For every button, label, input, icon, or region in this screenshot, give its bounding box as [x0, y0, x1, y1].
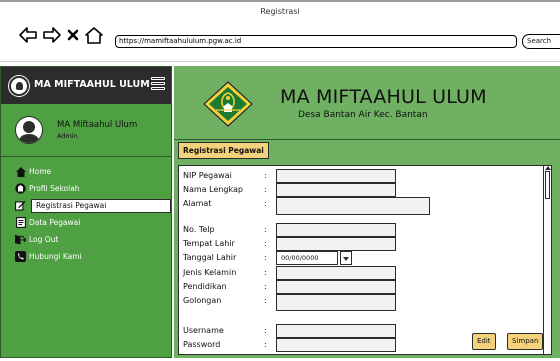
field-label: Nama Lengkap	[183, 185, 243, 194]
school-address: Desa Bantan Air Kec. Bantan	[298, 110, 428, 120]
field-colon: :	[264, 185, 267, 194]
form-row-alamat: Alamat :	[183, 197, 443, 215]
field-colon: :	[264, 239, 267, 248]
window-title: Registrasi	[260, 7, 300, 16]
no-telp-input[interactable]	[276, 223, 396, 237]
edit-icon	[15, 200, 26, 211]
jenis-kelamin-input[interactable]	[276, 266, 396, 280]
browser-toolbar: Registrasi https://mamiftaahululum.pgw.a…	[0, 0, 560, 62]
date-dropdown-icon[interactable]	[340, 251, 352, 265]
sidebar-item-log-out[interactable]: Log Out	[1, 231, 171, 248]
sidebar-divider	[1, 156, 171, 157]
window-top-border	[0, 0, 560, 2]
home-icon[interactable]	[84, 24, 104, 46]
alamat-input[interactable]	[276, 197, 430, 215]
scrollbar-thumb[interactable]	[545, 171, 550, 199]
nip-pegawai-input[interactable]	[276, 169, 396, 183]
form-row-nip: NIP Pegawai :	[183, 169, 433, 183]
form-row-nama: Nama Lengkap :	[183, 183, 433, 197]
sidebar-item-label: Registrasi Pegawai	[31, 198, 171, 213]
page-header: MA MIFTAAHUL ULUM Desa Bantan Air Kec. B…	[174, 66, 560, 140]
search-input[interactable]: Search	[522, 34, 560, 49]
user-card: MA Miftaahul Ulum Admin	[1, 104, 171, 156]
scroll-up-arrow-icon[interactable]	[545, 166, 551, 170]
tanggal-lahir-input[interactable]: 00/00/0000	[276, 251, 338, 265]
ministry-emblem-icon	[202, 80, 254, 128]
sidebar-item-profil-sekolah[interactable]: Profil Sekolah	[1, 180, 171, 197]
sidebar-item-label: Log Out	[29, 235, 59, 244]
school-logo-icon	[9, 76, 29, 96]
field-label: Tempat Lahir	[183, 239, 235, 248]
sidebar-item-label: Profil Sekolah	[29, 184, 80, 193]
field-label: Tanggal Lahir	[183, 253, 237, 262]
sidebar-item-registrasi-pegawai[interactable]: Registrasi Pegawai	[1, 197, 171, 214]
edit-button[interactable]: Edit	[472, 333, 496, 350]
sidebar-nav: Home Profil Sekolah Registrasi Pegawai D…	[1, 163, 171, 265]
field-label: No. Telp	[183, 225, 215, 234]
field-label: NIP Pegawai	[183, 171, 232, 180]
field-colon: :	[264, 268, 267, 277]
tempat-lahir-input[interactable]	[276, 237, 396, 251]
field-colon: :	[264, 326, 267, 335]
app-window: Registrasi https://mamiftaahululum.pgw.a…	[0, 0, 560, 361]
field-colon: :	[264, 282, 267, 291]
sidebar-item-label: Home	[29, 167, 52, 176]
field-colon: :	[264, 225, 267, 234]
forward-arrow-icon[interactable]	[42, 24, 62, 46]
school-icon	[15, 183, 26, 194]
field-label: Password	[183, 340, 221, 349]
tab-registrasi-pegawai[interactable]: Registrasi Pegawai	[178, 142, 269, 159]
field-label: Jenis Kelamin	[183, 268, 237, 277]
close-icon[interactable]	[66, 24, 80, 46]
save-button[interactable]: Simpan	[507, 333, 544, 350]
field-label: Alamat	[183, 199, 212, 208]
hamburger-menu-icon[interactable]	[151, 77, 165, 93]
sidebar-brand: MA MIFTAAHUL ULUM	[34, 79, 150, 90]
sidebar: MA MIFTAAHUL ULUM MA Miftaahul Ulum Admi…	[0, 66, 172, 358]
form-row-username: Username :	[183, 324, 433, 338]
password-input[interactable]	[276, 338, 396, 352]
field-colon: :	[264, 296, 267, 305]
field-colon: :	[264, 253, 267, 262]
username-input[interactable]	[276, 324, 396, 338]
vertical-scrollbar[interactable]	[543, 165, 552, 355]
form-row-pendidikan: Pendidikan :	[183, 280, 433, 294]
form-row-password: Password :	[183, 338, 433, 352]
school-name: MA MIFTAAHUL ULUM	[280, 86, 487, 108]
url-input[interactable]: https://mamiftaahululum.pgw.ac.id	[115, 35, 517, 48]
document-icon	[15, 217, 26, 228]
user-name: MA Miftaahul Ulum	[57, 120, 138, 130]
nama-lengkap-input[interactable]	[276, 183, 396, 197]
sidebar-item-data-pegawai[interactable]: Data Pegawai	[1, 214, 171, 231]
field-colon: :	[264, 199, 267, 208]
user-role: Admin	[57, 132, 78, 140]
logout-icon	[15, 234, 26, 245]
avatar-icon	[15, 116, 43, 144]
back-arrow-icon[interactable]	[18, 24, 38, 46]
golongan-input[interactable]	[276, 294, 396, 311]
sidebar-item-hubungi-kami[interactable]: Hubungi Kami	[1, 248, 171, 265]
form-row-telp: No. Telp :	[183, 223, 433, 237]
sidebar-item-label: Data Pegawai	[29, 218, 81, 227]
form-row-jenis-kelamin: Jenis Kelamin :	[183, 266, 433, 280]
field-colon: :	[264, 171, 267, 180]
registration-form: NIP Pegawai : Nama Lengkap : Alamat : No…	[178, 165, 552, 355]
field-label: Username	[183, 326, 224, 335]
sidebar-header: MA MIFTAAHUL ULUM	[1, 67, 171, 104]
sidebar-item-label: Hubungi Kami	[29, 252, 82, 261]
field-label: Pendidikan	[183, 282, 227, 291]
field-colon: :	[264, 340, 267, 349]
phone-icon	[15, 251, 26, 262]
form-row-golongan: Golongan :	[183, 294, 433, 312]
sidebar-item-home[interactable]: Home	[1, 163, 171, 180]
field-label: Golongan	[183, 296, 222, 305]
main-content: Registrasi Pegawai NIP Pegawai : Nama Le…	[174, 140, 560, 358]
home-icon	[15, 166, 26, 177]
pendidikan-input[interactable]	[276, 280, 396, 294]
form-row-tempat-lahir: Tempat Lahir :	[183, 237, 433, 251]
form-row-tanggal-lahir: Tanggal Lahir : 00/00/0000	[183, 251, 433, 265]
